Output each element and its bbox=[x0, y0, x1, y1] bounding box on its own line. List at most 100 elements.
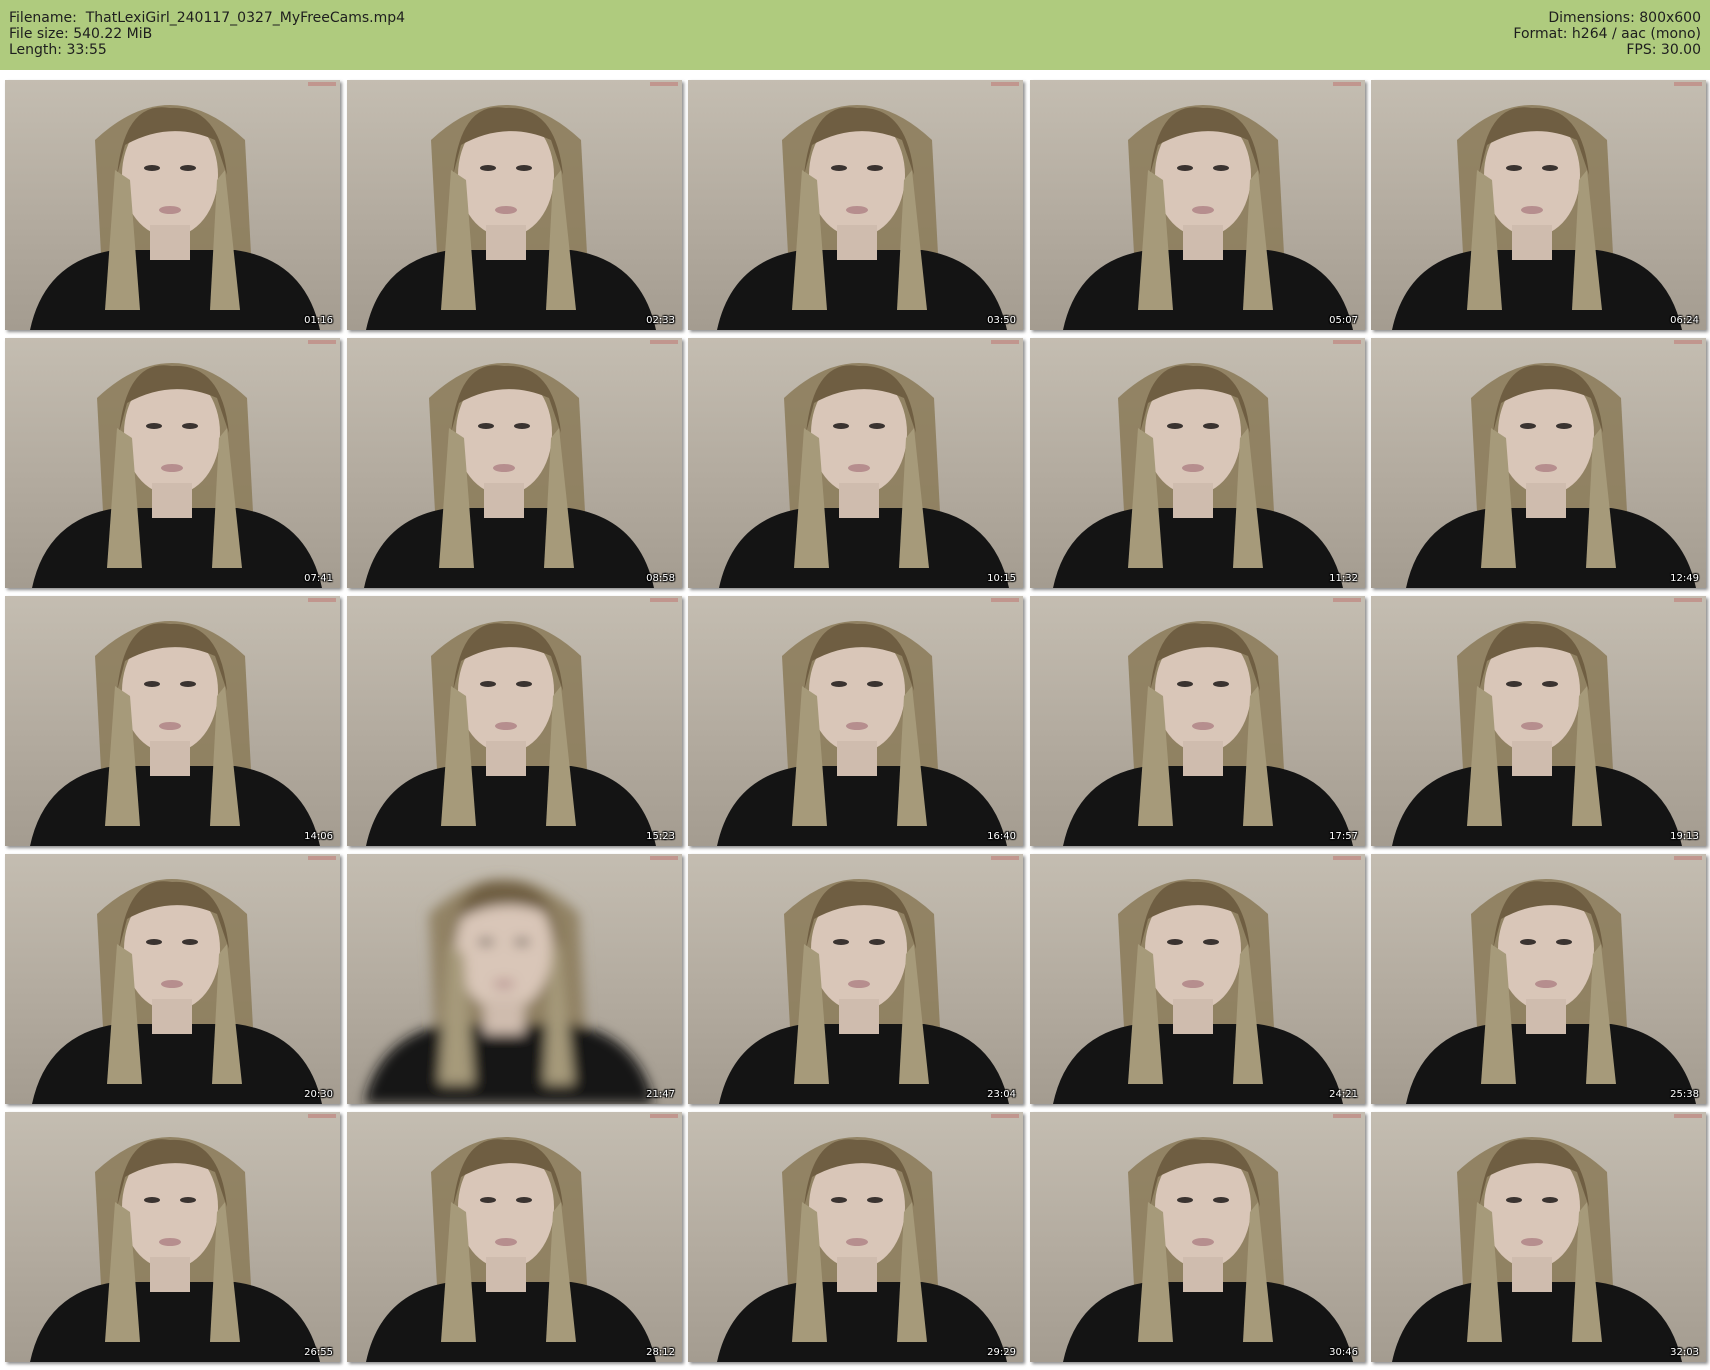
video-thumbnail: 15:23 bbox=[347, 596, 682, 846]
timestamp-label: 06:24 bbox=[1670, 315, 1699, 326]
video-thumbnail: 23:04 bbox=[688, 854, 1023, 1104]
fps-text: FPS: 30.00 bbox=[1626, 42, 1701, 58]
person-frame-image bbox=[30, 1137, 320, 1362]
watermark bbox=[650, 598, 678, 602]
watermark bbox=[991, 1114, 1019, 1118]
file-info: Filename: ThatLexiGirl_240117_0327_MyFre… bbox=[9, 10, 405, 58]
video-thumbnail: 21:47 bbox=[347, 854, 682, 1104]
watermark bbox=[1674, 598, 1702, 602]
timestamp-label: 20:30 bbox=[304, 1089, 333, 1100]
video-thumbnail: 17:57 bbox=[1030, 596, 1365, 846]
timestamp-label: 17:57 bbox=[1329, 831, 1358, 842]
person-frame-image bbox=[1063, 621, 1353, 846]
watermark bbox=[1333, 340, 1361, 344]
timestamp-label: 08:58 bbox=[646, 573, 675, 584]
watermark bbox=[1333, 82, 1361, 86]
watermark bbox=[308, 598, 336, 602]
watermark bbox=[308, 856, 336, 860]
timestamp-label: 07:41 bbox=[304, 573, 333, 584]
video-thumbnail: 25:38 bbox=[1371, 854, 1706, 1104]
timestamp-label: 16:40 bbox=[987, 831, 1016, 842]
person-frame-image bbox=[1392, 105, 1682, 330]
video-thumbnail: 26:55 bbox=[5, 1112, 340, 1362]
filename-text: Filename: ThatLexiGirl_240117_0327_MyFre… bbox=[9, 10, 406, 26]
timestamp-label: 24:21 bbox=[1329, 1089, 1358, 1100]
video-info: Dimensions: 800x600 Format: h264 / aac (… bbox=[1513, 10, 1701, 58]
person-frame-image bbox=[717, 1137, 1007, 1362]
person-frame-image bbox=[1063, 105, 1353, 330]
person-frame-image bbox=[717, 621, 1007, 846]
timestamp-label: 05:07 bbox=[1329, 315, 1358, 326]
video-thumbnail: 07:41 bbox=[5, 338, 340, 588]
video-thumbnail: 20:30 bbox=[5, 854, 340, 1104]
watermark bbox=[650, 340, 678, 344]
video-thumbnail: 16:40 bbox=[688, 596, 1023, 846]
person-frame-image bbox=[364, 363, 654, 588]
person-frame-image bbox=[30, 621, 320, 846]
timestamp-label: 23:04 bbox=[987, 1089, 1016, 1100]
dimensions-text: Dimensions: 800x600 bbox=[1548, 10, 1701, 26]
timestamp-label: 25:38 bbox=[1670, 1089, 1699, 1100]
video-thumbnail: 14:06 bbox=[5, 596, 340, 846]
video-thumbnail: 29:29 bbox=[688, 1112, 1023, 1362]
person-frame-image bbox=[719, 879, 1009, 1104]
timestamp-label: 21:47 bbox=[646, 1089, 675, 1100]
video-thumbnail: 30:46 bbox=[1030, 1112, 1365, 1362]
timestamp-label: 19:13 bbox=[1670, 831, 1699, 842]
video-thumbnail: 32:03 bbox=[1371, 1112, 1706, 1362]
watermark bbox=[650, 1114, 678, 1118]
person-frame-image bbox=[1392, 1137, 1682, 1362]
watermark bbox=[1674, 856, 1702, 860]
person-frame-image bbox=[366, 1137, 656, 1362]
person-frame-image bbox=[1053, 363, 1343, 588]
timestamp-label: 10:15 bbox=[987, 573, 1016, 584]
video-thumbnail: 06:24 bbox=[1371, 80, 1706, 330]
watermark bbox=[1333, 598, 1361, 602]
person-frame-image bbox=[32, 363, 322, 588]
timestamp-label: 14:06 bbox=[304, 831, 333, 842]
timestamp-label: 02:33 bbox=[646, 315, 675, 326]
person-frame-image bbox=[30, 105, 320, 330]
watermark bbox=[650, 856, 678, 860]
filesize-text: File size: 540.22 MiB bbox=[9, 26, 153, 42]
timestamp-label: 15:23 bbox=[646, 831, 675, 842]
watermark bbox=[308, 1114, 336, 1118]
watermark bbox=[1333, 1114, 1361, 1118]
timestamp-label: 12:49 bbox=[1670, 573, 1699, 584]
video-thumbnail: 02:33 bbox=[347, 80, 682, 330]
video-thumbnail: 03:50 bbox=[688, 80, 1023, 330]
video-thumbnail: 10:15 bbox=[688, 338, 1023, 588]
person-frame-image bbox=[717, 105, 1007, 330]
timestamp-label: 30:46 bbox=[1329, 1347, 1358, 1358]
video-thumbnail: 28:12 bbox=[347, 1112, 682, 1362]
person-frame-image bbox=[1406, 879, 1696, 1104]
timestamp-label: 03:50 bbox=[987, 315, 1016, 326]
watermark bbox=[1674, 1114, 1702, 1118]
person-frame-image bbox=[1063, 1137, 1353, 1362]
watermark bbox=[991, 598, 1019, 602]
person-frame-image bbox=[1406, 363, 1696, 588]
watermark bbox=[991, 82, 1019, 86]
watermark bbox=[308, 82, 336, 86]
person-frame-image bbox=[366, 621, 656, 846]
watermark bbox=[1674, 82, 1702, 86]
video-thumbnail: 01:16 bbox=[5, 80, 340, 330]
video-thumbnail: 24:21 bbox=[1030, 854, 1365, 1104]
info-header: Filename: ThatLexiGirl_240117_0327_MyFre… bbox=[0, 0, 1710, 70]
timestamp-label: 11:32 bbox=[1329, 573, 1358, 584]
video-thumbnail: 11:32 bbox=[1030, 338, 1365, 588]
format-text: Format: h264 / aac (mono) bbox=[1513, 26, 1701, 42]
watermark bbox=[308, 340, 336, 344]
timestamp-label: 28:12 bbox=[646, 1347, 675, 1358]
watermark bbox=[991, 856, 1019, 860]
person-frame-image bbox=[366, 105, 656, 330]
timestamp-label: 26:55 bbox=[304, 1347, 333, 1358]
watermark bbox=[1674, 340, 1702, 344]
person-frame-image bbox=[32, 879, 322, 1104]
timestamp-label: 32:03 bbox=[1670, 1347, 1699, 1358]
video-thumbnail: 05:07 bbox=[1030, 80, 1365, 330]
person-frame-image bbox=[1053, 879, 1343, 1104]
timestamp-label: 29:29 bbox=[987, 1347, 1016, 1358]
person-frame-image bbox=[719, 363, 1009, 588]
length-text: Length: 33:55 bbox=[9, 42, 107, 58]
